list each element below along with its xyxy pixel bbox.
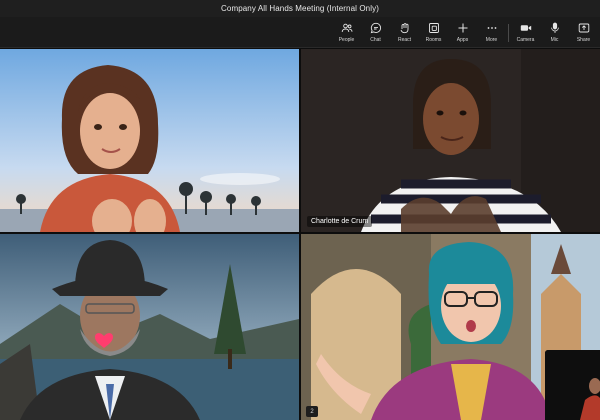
apps-button[interactable]: Apps [448,17,477,48]
apps-label: Apps [456,37,469,43]
video-tile-3[interactable] [0,234,299,420]
rooms-label: Rooms [425,37,442,43]
chat-button[interactable]: Chat [361,17,390,48]
rooms-icon [428,23,439,33]
self-view-preview[interactable] [545,350,600,420]
more-button[interactable]: More [477,17,506,48]
more-label: More [485,37,498,43]
avatar-beach-image [0,49,299,232]
self-view-image [545,350,600,420]
video-tile-4[interactable] [301,234,600,420]
chat-label: Chat [370,37,381,43]
react-icon [400,23,408,34]
plus-icon [458,23,467,33]
share-button[interactable]: Share [569,17,598,48]
avatar-studio-image [301,49,600,232]
title-bar: Company All Hands Meeting (Internal Only… [0,0,600,17]
people-button[interactable]: People [332,17,361,48]
people-label: People [338,37,355,43]
rooms-button[interactable]: Rooms [419,17,448,48]
toolbar-divider [508,23,509,42]
self-view-badge: 2 [306,406,318,417]
mic-button[interactable]: Mic [540,17,569,48]
meeting-title: Company All Hands Meeting (Internal Only… [221,4,379,13]
react-button[interactable]: React [390,17,419,48]
people-icon [341,23,352,33]
mic-icon [550,22,559,33]
share-label: Share [576,37,591,43]
mic-label: Mic [550,37,559,43]
react-label: React [397,37,412,43]
more-icon [487,27,496,29]
meeting-toolbar: People Chat React Rooms Apps More Camera… [0,17,600,48]
participant-name-tag: Charlotte de Crum [307,216,373,227]
camera-button[interactable]: Camera [511,17,540,48]
chat-icon [370,22,381,34]
camera-icon [520,25,531,31]
avatar-lake-image [0,234,299,420]
video-tile-2[interactable]: Charlotte de Crum [301,49,600,232]
video-tile-1[interactable] [0,49,299,232]
share-icon [578,23,589,33]
camera-label: Camera [516,37,535,43]
